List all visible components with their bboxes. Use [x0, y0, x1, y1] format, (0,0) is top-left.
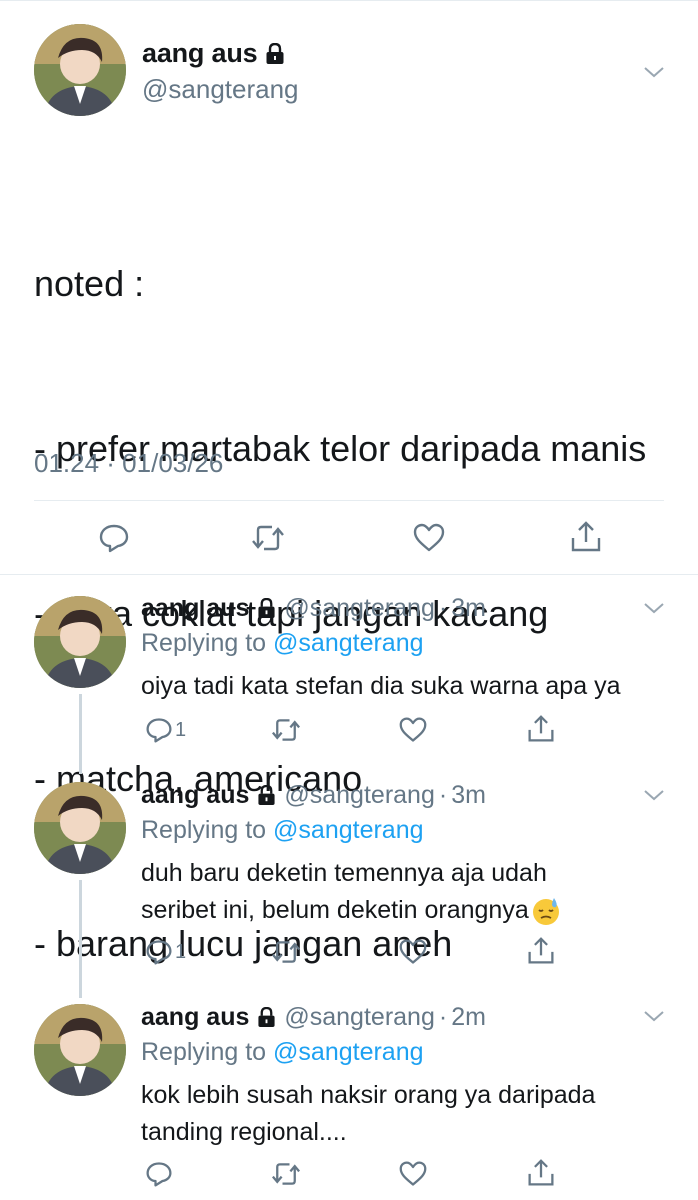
display-name[interactable]: aang aus — [141, 781, 276, 810]
reply-count: 1 — [175, 718, 187, 741]
reply-button[interactable] — [98, 522, 130, 554]
reply-text: duh baru deketin temennya aja udah serib… — [141, 855, 611, 929]
display-name-text: aang aus — [141, 594, 250, 622]
retweet-button[interactable] — [250, 522, 286, 554]
heart-icon — [399, 1161, 427, 1186]
handle[interactable]: @sangterang — [284, 1003, 434, 1032]
reply-header: aang aus @sangterang · 2m — [141, 1003, 486, 1032]
heart-icon — [413, 523, 445, 552]
retweet-button[interactable] — [270, 1160, 302, 1188]
heart-icon — [399, 939, 427, 964]
lock-icon — [257, 785, 276, 806]
mention-link[interactable]: @sangterang — [273, 1038, 423, 1066]
avatar[interactable] — [34, 596, 126, 688]
reply-header: aang aus @sangterang · 3m — [141, 781, 486, 810]
retweet-icon — [252, 525, 284, 551]
display-name[interactable]: aang aus — [141, 1003, 276, 1032]
share-button[interactable] — [527, 936, 555, 966]
reply-count: 1 — [175, 940, 187, 963]
reply-header: aang aus @sangterang · 3m — [141, 594, 486, 623]
reply-icon — [146, 718, 172, 743]
heart-icon — [399, 717, 427, 742]
retweet-icon — [272, 719, 300, 741]
chevron-down-icon[interactable] — [642, 1004, 666, 1028]
replying-to-label: Replying to — [141, 629, 274, 657]
reply-text: oiya tadi kata stefan dia suka warna apa… — [141, 672, 621, 700]
chevron-down-icon[interactable] — [642, 60, 666, 84]
avatar[interactable] — [34, 24, 126, 116]
share-button[interactable] — [527, 714, 555, 744]
separator-dot: · — [438, 1003, 448, 1031]
share-icon — [571, 521, 601, 552]
display-name-text: aang aus — [142, 38, 258, 68]
replying-to-label: Replying to — [141, 816, 274, 844]
replying-to: Replying to @sangterang — [141, 1038, 424, 1067]
share-icon — [528, 1159, 554, 1186]
chevron-down-icon[interactable] — [642, 783, 666, 807]
display-name-text: aang aus — [141, 1003, 250, 1031]
separator-dot: · — [438, 781, 448, 809]
section-divider — [0, 574, 698, 575]
display-name-text: aang aus — [141, 781, 250, 809]
lock-icon — [257, 598, 276, 619]
avatar[interactable] — [34, 782, 126, 874]
reply-icon — [99, 524, 129, 553]
divider — [34, 500, 664, 501]
replying-to: Replying to @sangterang — [141, 629, 424, 658]
thread-line — [79, 694, 82, 774]
handle[interactable]: @sangterang — [284, 781, 434, 810]
handle[interactable]: @sangterang — [284, 594, 434, 623]
lock-icon — [257, 1007, 276, 1028]
reply-text: kok lebih susah naksir orang ya daripada… — [141, 1081, 596, 1146]
share-button[interactable] — [570, 520, 602, 554]
top-divider — [0, 0, 698, 1]
like-button[interactable] — [398, 938, 428, 966]
like-button[interactable] — [412, 522, 446, 554]
lock-icon — [265, 42, 285, 65]
avatar[interactable] — [34, 1004, 126, 1096]
reply-text-content: duh baru deketin temennya aja udah serib… — [141, 859, 547, 924]
share-icon — [528, 937, 554, 964]
reply-time[interactable]: 2m — [451, 1003, 486, 1032]
separator-dot: · — [438, 594, 448, 622]
retweet-button[interactable] — [270, 716, 302, 744]
reply-button[interactable] — [145, 1160, 173, 1188]
thread-line — [79, 880, 82, 998]
reply-icon — [146, 1162, 172, 1187]
retweet-icon — [272, 941, 300, 963]
tweet-text-line: noted : — [34, 263, 145, 304]
like-button[interactable] — [398, 716, 428, 744]
display-name[interactable]: aang aus — [141, 594, 276, 623]
reply-icon — [146, 940, 172, 965]
handle[interactable]: @sangterang — [142, 74, 299, 105]
mention-link[interactable]: @sangterang — [273, 629, 423, 657]
chevron-down-icon[interactable] — [642, 596, 666, 620]
like-button[interactable] — [398, 1160, 428, 1188]
reply-button[interactable]: 1 — [145, 938, 186, 966]
reply-time[interactable]: 3m — [451, 594, 486, 623]
tweet-timestamp[interactable]: 01.24 · 01/03/26 — [34, 448, 223, 479]
replying-to: Replying to @sangterang — [141, 816, 424, 845]
mention-link[interactable]: @sangterang — [273, 816, 423, 844]
replying-to-label: Replying to — [141, 1038, 274, 1066]
reply-time[interactable]: 3m — [451, 781, 486, 810]
display-name[interactable]: aang aus — [142, 38, 285, 69]
reply-button[interactable]: 1 — [145, 716, 186, 744]
retweet-button[interactable] — [270, 938, 302, 966]
share-icon — [528, 715, 554, 742]
downcast-face-with-sweat-icon — [531, 896, 561, 926]
share-button[interactable] — [527, 1158, 555, 1188]
retweet-icon — [272, 1163, 300, 1185]
